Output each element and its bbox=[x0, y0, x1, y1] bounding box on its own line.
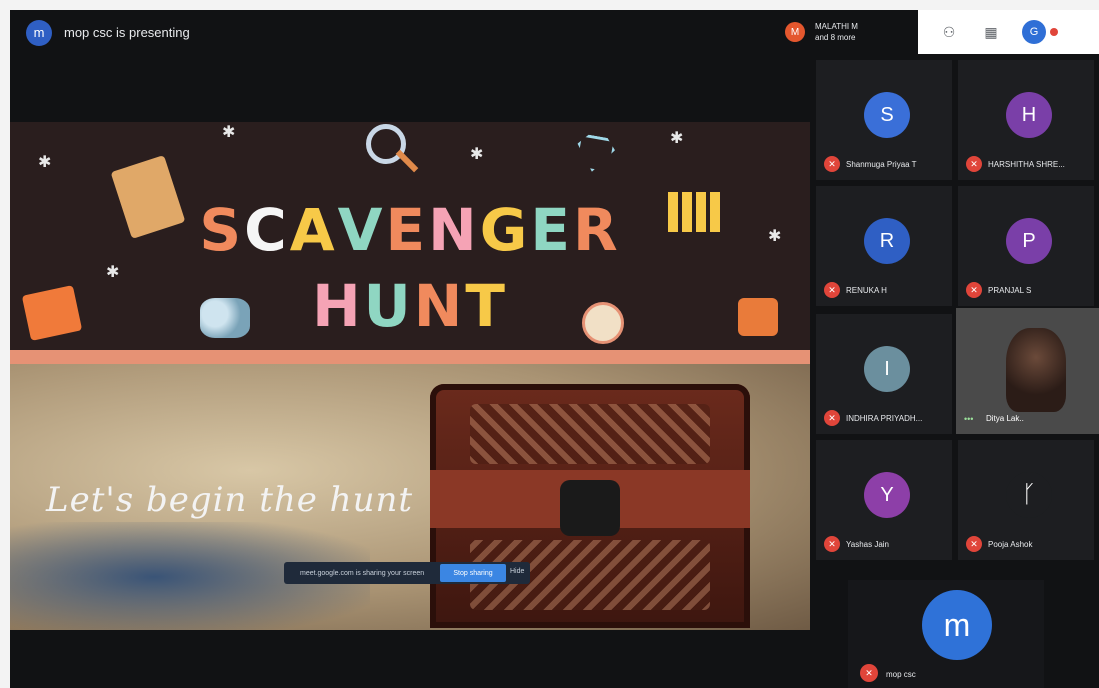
participant-name: HARSHITHA SHRE... bbox=[988, 160, 1065, 169]
slide-title-hunt: HUNT bbox=[10, 272, 810, 340]
presentation-slide[interactable]: ✱ ✱ ✱ ✱ ✱ ✱ SCAVENGER HUNT Let's begin t… bbox=[10, 122, 810, 630]
self-name: mop csc bbox=[886, 670, 916, 679]
presenter-label: mop csc is presenting bbox=[64, 25, 190, 40]
mic-off-icon: ✕ bbox=[824, 410, 840, 426]
treasure-chest-image bbox=[430, 384, 750, 628]
sparkle-icon: ✱ bbox=[38, 154, 52, 171]
participant-name: RENUKA H bbox=[846, 286, 887, 295]
presenter-avatar: m bbox=[26, 19, 52, 46]
participant-summary-text: MALATHI M and 8 more bbox=[815, 21, 858, 43]
participant-avatar: R bbox=[864, 218, 910, 264]
participant-tile[interactable]: H ✕ HARSHITHA SHRE... bbox=[958, 60, 1094, 180]
participant-tile[interactable]: Y ✕ Yashas Jain bbox=[816, 440, 952, 560]
meeting-toolbar: ⚇ ▦ G bbox=[918, 10, 1099, 54]
title-letter: S bbox=[199, 196, 245, 264]
participant-video bbox=[1006, 328, 1066, 412]
chest-carving bbox=[470, 404, 710, 464]
mic-off-icon: ✕ bbox=[860, 664, 878, 682]
participant-name: Shanmuga Priyaa T bbox=[846, 160, 917, 169]
participant-tile[interactable]: I ✕ INDHIRA PRIYADH... bbox=[816, 314, 952, 434]
participant-name: Ditya Lak.. bbox=[986, 414, 1024, 423]
participant-image-avatar: ᚴ bbox=[1006, 472, 1052, 518]
slide-divider bbox=[10, 350, 810, 364]
participant-badge: M bbox=[785, 22, 805, 42]
sparkle-icon: ✱ bbox=[670, 130, 684, 147]
title-letter: T bbox=[465, 272, 508, 340]
presenter-header: m mop csc is presenting bbox=[10, 10, 810, 55]
people-icon[interactable]: ⚇ bbox=[938, 21, 960, 43]
title-letter: H bbox=[312, 272, 364, 340]
share-notice-text: meet.google.com is sharing your screen bbox=[300, 569, 425, 577]
title-letter: N bbox=[428, 196, 480, 264]
chest-lock bbox=[560, 480, 620, 536]
participant-name: INDHIRA PRIYADH... bbox=[846, 414, 923, 423]
summary-name: MALATHI M bbox=[815, 22, 858, 31]
participant-avatar: P bbox=[1006, 218, 1052, 264]
mic-off-icon: ✕ bbox=[824, 156, 840, 172]
title-letter: E bbox=[530, 196, 573, 264]
title-letter: U bbox=[363, 272, 414, 340]
participant-tile[interactable]: ᚴ ✕ Pooja Ashok bbox=[958, 440, 1094, 560]
self-avatar: m bbox=[922, 590, 992, 660]
participant-name: PRANJAL S bbox=[988, 286, 1032, 295]
participant-tile[interactable]: S ✕ Shanmuga Priyaa T bbox=[816, 60, 952, 180]
title-letter: R bbox=[572, 196, 621, 264]
participant-avatar: S bbox=[864, 92, 910, 138]
mic-off-icon: ✕ bbox=[966, 536, 982, 552]
title-letter: A bbox=[289, 196, 338, 264]
slide-subtitle: Let's begin the hunt bbox=[46, 480, 414, 520]
participant-name: Pooja Ashok bbox=[988, 540, 1033, 549]
participant-tile[interactable]: R ✕ RENUKA H bbox=[816, 186, 952, 306]
mic-off-icon: ✕ bbox=[966, 156, 982, 172]
notification-dot bbox=[1050, 28, 1058, 36]
hide-button[interactable]: Hide bbox=[510, 568, 524, 575]
magnifier-handle-icon bbox=[395, 149, 419, 173]
title-letter: N bbox=[413, 272, 466, 340]
sparkle-icon: ✱ bbox=[470, 146, 484, 163]
layout-icon[interactable]: ▦ bbox=[980, 21, 1002, 43]
sparkle-icon: ✱ bbox=[222, 124, 236, 141]
title-letter: C bbox=[244, 196, 290, 264]
diamond-icon bbox=[573, 133, 617, 175]
participant-tile[interactable]: P ✕ PRANJAL S bbox=[958, 186, 1094, 306]
participant-avatar: Y bbox=[864, 472, 910, 518]
slide-title-scavenger: SCAVENGER bbox=[10, 196, 810, 264]
mic-off-icon: ✕ bbox=[824, 536, 840, 552]
screen-share-bar: meet.google.com is sharing your screen S… bbox=[284, 562, 530, 584]
stop-sharing-button[interactable]: Stop sharing bbox=[440, 564, 506, 582]
meet-window: m mop csc is presenting ✱ ✱ ✱ ✱ ✱ ✱ SCAV… bbox=[10, 10, 1099, 688]
speaking-indicator-icon: ••• bbox=[964, 414, 974, 424]
title-letter: E bbox=[385, 196, 429, 264]
slide-banner: ✱ ✱ ✱ ✱ ✱ ✱ SCAVENGER HUNT bbox=[10, 122, 810, 350]
title-letter: G bbox=[479, 196, 531, 264]
participant-avatar: H bbox=[1006, 92, 1052, 138]
participant-name: Yashas Jain bbox=[846, 540, 889, 549]
participant-avatar: I bbox=[864, 346, 910, 392]
account-avatar[interactable]: G bbox=[1022, 20, 1046, 44]
title-letter: V bbox=[337, 196, 386, 264]
self-tile[interactable]: m ✕ mop csc bbox=[848, 580, 1044, 688]
mic-off-icon: ✕ bbox=[824, 282, 840, 298]
mic-off-icon: ✕ bbox=[966, 282, 982, 298]
top-participant-summary[interactable]: M MALATHI M and 8 more bbox=[785, 10, 925, 54]
participant-video-tile[interactable]: ••• Ditya Lak.. bbox=[956, 308, 1099, 434]
summary-more: and 8 more bbox=[815, 33, 856, 42]
